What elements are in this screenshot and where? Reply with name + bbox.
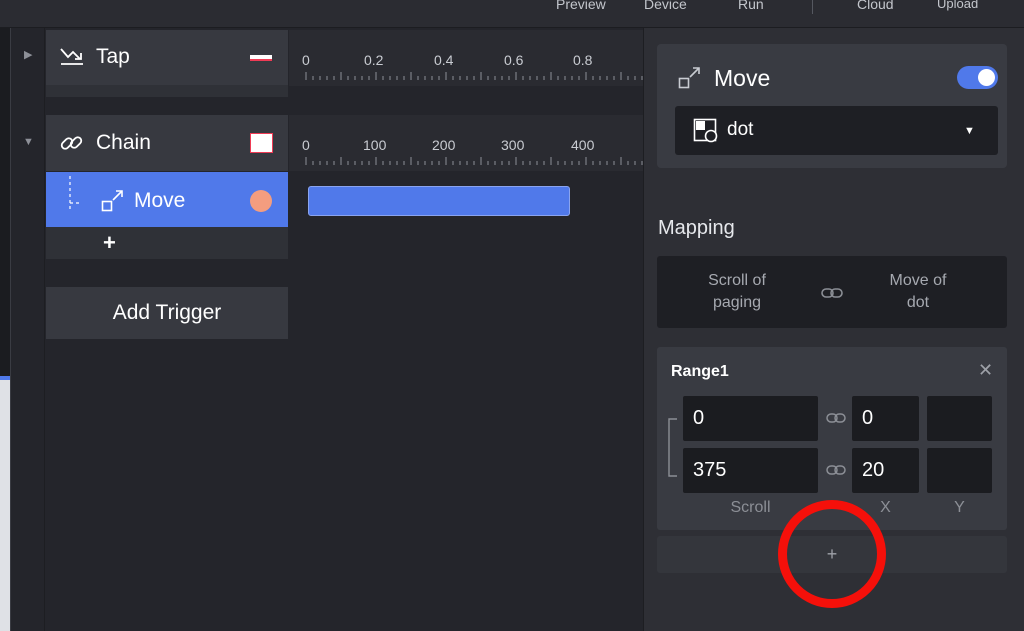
chevron-down-icon: ▼ <box>964 125 975 137</box>
scroll-end-field[interactable]: 375 <box>683 448 818 493</box>
mapping-target-line: Move of <box>889 272 947 289</box>
expand-triangle-icon[interactable]: ▶ <box>24 48 32 61</box>
toolbar-divider <box>812 0 813 14</box>
trigger-label-tap: Tap <box>96 45 130 68</box>
color-swatch[interactable] <box>250 133 273 153</box>
scroll-start-field[interactable]: 0 <box>683 396 818 441</box>
tick-label: 100 <box>363 137 387 153</box>
trigger-subrow <box>46 85 288 97</box>
y-end-field[interactable] <box>927 448 992 493</box>
move-icon <box>678 66 702 90</box>
x-end-field[interactable]: 20 <box>852 448 919 493</box>
preview-button[interactable]: Preview <box>556 0 606 12</box>
add-trigger-button[interactable]: Add Trigger <box>46 287 288 339</box>
link-icon <box>60 131 84 155</box>
y-start-field[interactable] <box>927 396 992 441</box>
panel-title: Move <box>714 65 771 91</box>
tick-label: 0 <box>302 137 310 153</box>
tick-label: 0 <box>302 52 310 68</box>
swipe-arrow-icon <box>60 46 84 66</box>
device-button[interactable]: Device <box>644 0 687 12</box>
collapse-triangle-icon[interactable]: ▼ <box>23 136 34 148</box>
trigger-label-chain: Chain <box>96 131 151 154</box>
upload-button[interactable]: Upload <box>937 0 978 11</box>
mapping-source-line: paging <box>712 294 762 311</box>
link-icon <box>821 285 843 301</box>
tick-label: 0.8 <box>573 52 593 68</box>
tick-label: 0.2 <box>364 52 384 68</box>
ruler-ticks <box>305 72 643 80</box>
tick-label: 200 <box>432 137 456 153</box>
tick-label: 0.4 <box>434 52 454 68</box>
color-swatch[interactable] <box>250 55 272 61</box>
range-bracket <box>668 418 677 477</box>
move-icon <box>101 189 125 213</box>
color-dot[interactable] <box>250 190 272 212</box>
divider <box>10 28 11 631</box>
tick-label: 0.6 <box>504 52 524 68</box>
mapping-source: Scroll of paging <box>687 270 787 314</box>
target-select-value: dot <box>727 119 754 140</box>
x-start-field[interactable]: 0 <box>852 396 919 441</box>
link-icon[interactable] <box>826 463 846 477</box>
trigger-label-move: Move <box>134 189 186 212</box>
ruler-ticks <box>305 157 643 165</box>
tick-label: 400 <box>571 137 595 153</box>
toggle-knob <box>978 69 995 86</box>
column-label-y: Y <box>954 499 965 516</box>
mapping-source-line: Scroll of <box>708 272 766 289</box>
timeline-bar[interactable] <box>308 186 570 216</box>
divider <box>44 28 45 631</box>
range-title: Range1 <box>671 363 729 380</box>
left-edge-canvas <box>0 380 10 631</box>
mapping-target: Move of dot <box>868 270 968 314</box>
cloud-button[interactable]: Cloud <box>857 0 894 12</box>
link-icon[interactable] <box>826 411 846 425</box>
run-button[interactable]: Run <box>738 0 764 12</box>
highlight-circle <box>778 500 886 608</box>
tick-label: 300 <box>501 137 525 153</box>
mapping-target-line: dot <box>906 294 930 311</box>
add-step-row <box>46 227 288 259</box>
target-select[interactable] <box>675 106 998 155</box>
add-step-button[interactable]: + <box>103 230 116 256</box>
mapping-label: Mapping <box>658 217 735 239</box>
layer-icon <box>693 118 719 144</box>
close-icon[interactable]: ✕ <box>978 360 993 381</box>
